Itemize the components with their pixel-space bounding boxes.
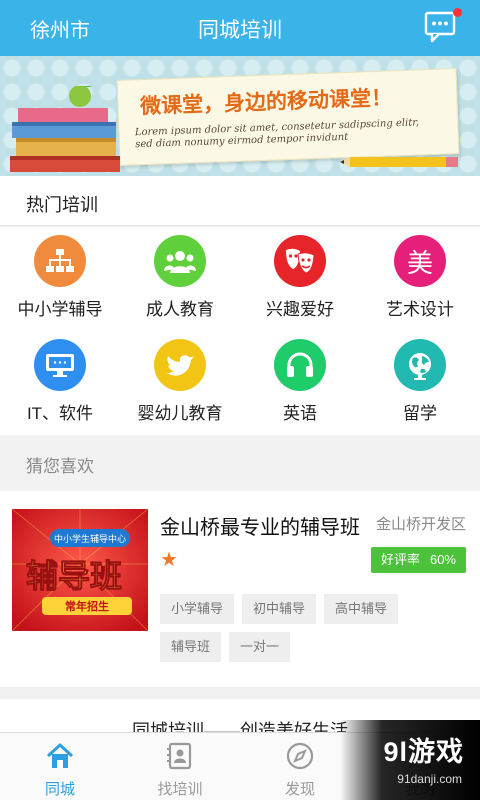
books-apple-illustration [10, 86, 120, 172]
category-label: 留学 [403, 404, 437, 423]
pencil-illustration [340, 157, 458, 167]
tab-home[interactable]: 同城 [0, 733, 120, 800]
course-tag[interactable]: 小学辅导 [160, 594, 235, 624]
course-area: 金山桥开发区 [375, 516, 466, 533]
mei-character-icon: 美 [394, 235, 446, 287]
category-label: 成人教育 [146, 300, 214, 319]
course-tag[interactable]: 初中辅导 [242, 594, 317, 624]
masks-icon [274, 235, 326, 287]
category-infant-education[interactable]: 婴幼儿教育 [120, 331, 240, 435]
category-label: 艺术设计 [386, 300, 454, 319]
promo-banner[interactable]: 微课堂，身边的移动课堂！ Lorem ipsum dolor sit amet,… [0, 56, 480, 176]
tab-label: 找培训 [157, 781, 203, 798]
course-tag[interactable]: 辅导班 [160, 632, 222, 662]
course-card[interactable]: 中小学生辅导中心 辅导班 常年招生 金山桥最专业的辅导班 金山桥开发区 ★ 好评… [0, 491, 480, 687]
category-primary-tutoring[interactable]: 中小学辅导 [0, 227, 120, 331]
category-label: IT、软件 [26, 404, 94, 423]
people-icon [154, 235, 206, 287]
compass-icon [286, 742, 314, 770]
rating-badge: 好评率 60% [370, 547, 466, 573]
thumbnail-main-text: 辅导班 [26, 557, 122, 595]
category-label: 中小学辅导 [17, 300, 103, 319]
category-label: 婴幼儿教育 [137, 404, 223, 423]
category-label: 兴趣爱好 [266, 300, 334, 319]
home-icon [46, 743, 74, 768]
rating-value: 60% [429, 552, 456, 567]
course-tags: 小学辅导 初中辅导 高中辅导辅导班 一对一 [160, 594, 470, 670]
page-title: 同城培训 [198, 19, 282, 42]
profile-card-icon [167, 742, 192, 770]
course-thumbnail: 中小学生辅导中心 辅导班 常年招生 [12, 509, 148, 631]
guess-you-like-header: 猜您喜欢 [0, 435, 480, 491]
category-art-design[interactable]: 美 艺术设计 [360, 227, 480, 331]
watermark-brand: 9l游戏 [383, 737, 464, 767]
thumbnail-top-text: 中小学生辅导中心 [54, 533, 126, 545]
bird-icon [154, 339, 206, 391]
guess-you-like-title: 猜您喜欢 [26, 457, 94, 476]
top-bar: 徐州市 同城培训 [0, 0, 480, 56]
monitor-icon [34, 339, 86, 391]
category-it-software[interactable]: IT、软件 [0, 331, 120, 435]
org-chart-icon [34, 235, 86, 287]
course-tag[interactable]: 高中辅导 [324, 594, 399, 624]
notification-dot [453, 8, 462, 17]
headphones-icon [274, 339, 326, 391]
watermark-url: 91danji.com [397, 772, 462, 786]
tab-label: 同城 [44, 781, 75, 798]
tab-find-training[interactable]: 找培训 [120, 733, 240, 800]
globe-icon [394, 339, 446, 391]
category-english[interactable]: 英语 [240, 331, 360, 435]
rating-label: 好评率 [380, 552, 420, 567]
category-adult-education[interactable]: 成人教育 [120, 227, 240, 331]
course-tag[interactable]: 一对一 [229, 632, 291, 662]
course-name[interactable]: 金山桥最专业的辅导班 [160, 511, 360, 540]
star-icon: ★ [160, 549, 178, 571]
category-label: 英语 [283, 404, 317, 423]
hot-training-header: 热门培训 [0, 176, 480, 226]
category-grid: 中小学辅导 成人教育 兴趣爱好 美 艺术设计 IT、软件 婴幼儿教育 英语 留学 [0, 227, 480, 435]
site-watermark: 9l游戏 91danji.com [340, 720, 480, 800]
hot-training-title: 热门培训 [26, 195, 98, 215]
category-hobbies[interactable]: 兴趣爱好 [240, 227, 360, 331]
thumbnail-ribbon-text: 常年招生 [65, 599, 109, 613]
category-study-abroad[interactable]: 留学 [360, 331, 480, 435]
